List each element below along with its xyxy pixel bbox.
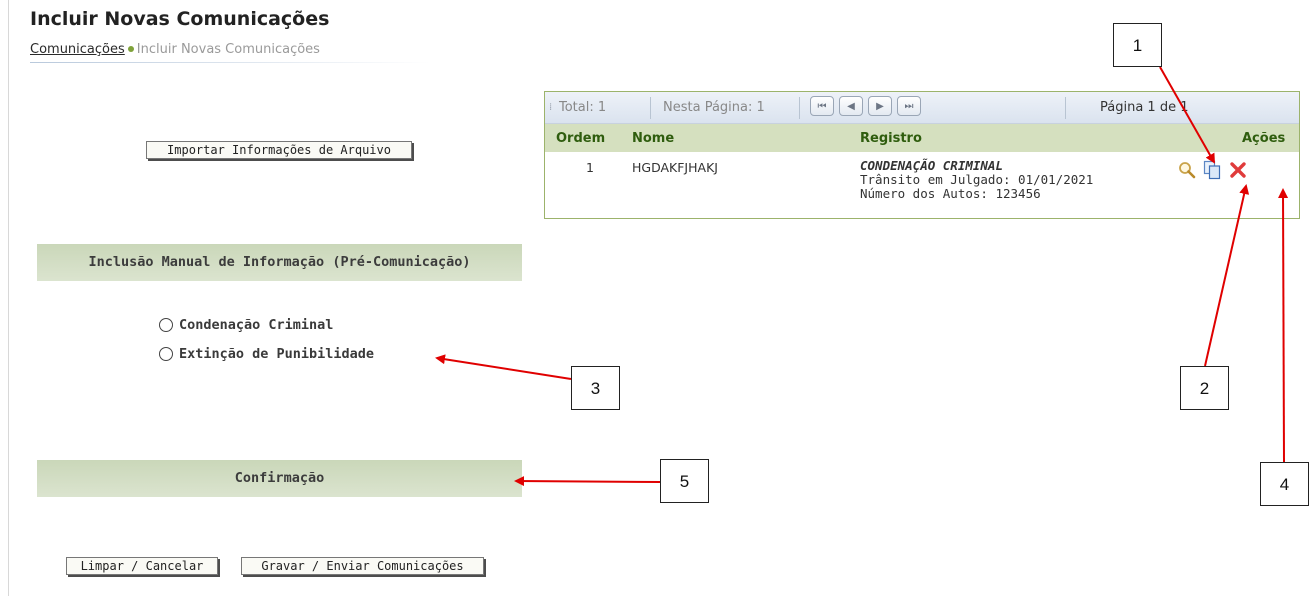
annotation-arrows bbox=[435, 66, 1289, 487]
magnifier-icon[interactable] bbox=[1178, 160, 1196, 180]
registro-type: CONDENAÇÃO CRIMINAL bbox=[860, 158, 1003, 173]
toolbar-divider bbox=[1065, 97, 1066, 119]
page-title: Incluir Novas Comunicações bbox=[30, 8, 330, 30]
manual-inclusion-section-header: Inclusão Manual de Informação (Pré-Comun… bbox=[37, 244, 522, 281]
table-row: 1 HGDAKFJHAKJ CONDENAÇÃO CRIMINAL Trânsi… bbox=[545, 153, 1299, 217]
import-file-button[interactable]: Importar Informações de Arquivo bbox=[146, 141, 412, 159]
breadcrumb-link-comunicacoes[interactable]: Comunicações bbox=[30, 42, 125, 57]
breadcrumb-separator-dot bbox=[127, 46, 134, 52]
copy-icon[interactable] bbox=[1203, 160, 1221, 180]
column-header-registro[interactable]: Registro bbox=[860, 131, 922, 146]
grid-header-row: Ordem Nome Registro Ações bbox=[545, 124, 1299, 152]
callout-1: 1 bbox=[1113, 23, 1162, 67]
delete-x-icon[interactable] bbox=[1229, 160, 1247, 180]
radio-condenacao-criminal[interactable]: Condenação Criminal bbox=[159, 317, 333, 333]
first-page-icon[interactable]: ⏮ bbox=[810, 96, 834, 116]
toolbar-divider bbox=[650, 97, 651, 119]
radio-label: Extinção de Punibilidade bbox=[179, 346, 375, 362]
radio-circle-icon[interactable] bbox=[159, 347, 173, 361]
breadcrumb: Comunicações Incluir Novas Comunicações bbox=[30, 42, 320, 57]
cell-nome: HGDAKFJHAKJ bbox=[632, 160, 718, 175]
arrow-to-extincao bbox=[435, 354, 572, 380]
column-header-acoes: Ações bbox=[1242, 131, 1286, 146]
confirmation-section-header: Confirmação bbox=[37, 460, 522, 497]
registro-case-number: Número dos Autos: 123456 bbox=[860, 186, 1041, 201]
cell-ordem: 1 bbox=[586, 160, 594, 175]
save-send-button[interactable]: Gravar / Enviar Comunicações bbox=[241, 557, 484, 575]
page-count: Página 1 de 1 bbox=[1100, 100, 1189, 115]
column-header-nome[interactable]: Nome bbox=[632, 131, 674, 146]
radio-label: Condenação Criminal bbox=[179, 317, 334, 333]
callout-3: 3 bbox=[571, 366, 620, 410]
callout-2: 2 bbox=[1180, 366, 1229, 410]
column-header-ordem[interactable]: Ordem bbox=[556, 131, 605, 146]
page-item-count: Nesta Página: 1 bbox=[663, 100, 765, 115]
previous-page-icon[interactable]: ◀ bbox=[839, 96, 863, 116]
grip-handle-icon: ⁞ bbox=[549, 102, 552, 113]
cell-registro: CONDENAÇÃO CRIMINAL Trânsito em Julgado:… bbox=[860, 159, 1093, 201]
page-left-border bbox=[8, 0, 9, 596]
toolbar-divider bbox=[799, 97, 800, 119]
last-page-icon[interactable]: ⏭ bbox=[897, 96, 921, 116]
breadcrumb-underline bbox=[30, 62, 430, 63]
radio-extincao-punibilidade[interactable]: Extinção de Punibilidade bbox=[159, 346, 374, 362]
grid-toolbar: ⁞ Total: 1 Nesta Página: 1 ⏮ ◀ ▶ ⏭ Págin… bbox=[545, 92, 1299, 124]
radio-circle-icon[interactable] bbox=[159, 318, 173, 332]
registro-transit-date: Trânsito em Julgado: 01/01/2021 bbox=[860, 172, 1094, 187]
clear-cancel-button[interactable]: Limpar / Cancelar bbox=[66, 557, 218, 575]
callout-4: 4 bbox=[1260, 462, 1309, 506]
total-count: Total: 1 bbox=[559, 100, 607, 115]
next-page-icon[interactable]: ▶ bbox=[868, 96, 892, 116]
communications-grid: ⁞ Total: 1 Nesta Página: 1 ⏮ ◀ ▶ ⏭ Págin… bbox=[544, 91, 1300, 219]
arrow-to-save bbox=[514, 476, 661, 487]
callout-5: 5 bbox=[660, 459, 709, 503]
arrow-to-delete bbox=[1278, 188, 1289, 463]
breadcrumb-current: Incluir Novas Comunicações bbox=[136, 42, 320, 57]
